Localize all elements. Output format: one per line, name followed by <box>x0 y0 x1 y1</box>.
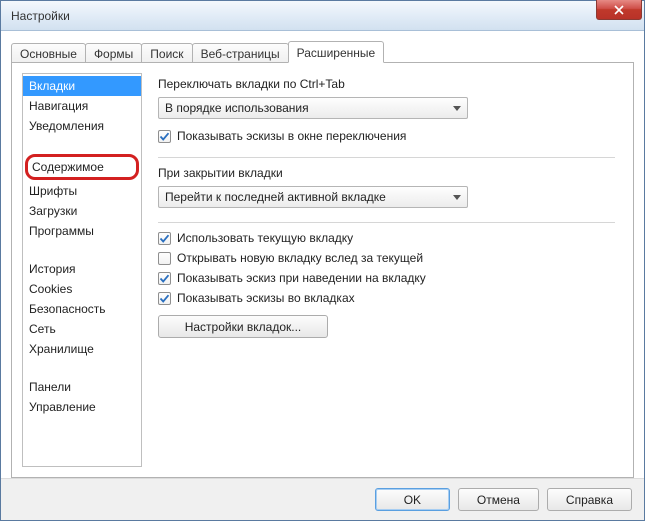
window-title: Настройки <box>11 9 70 23</box>
sidebar-item-downloads[interactable]: Загрузки <box>23 201 141 221</box>
tab-search[interactable]: Поиск <box>141 43 192 63</box>
show-thumbs-checkbox[interactable] <box>158 130 171 143</box>
use-current-checkbox[interactable] <box>158 232 171 245</box>
advanced-panel: Вкладки Навигация Уведомления Содержимое… <box>11 62 634 478</box>
hover-thumb-checkbox[interactable] <box>158 272 171 285</box>
switch-order-select[interactable]: В порядке использования <box>158 97 468 119</box>
sidebar-item-navigation[interactable]: Навигация <box>23 96 141 116</box>
close-action-select[interactable]: Перейти к последней активной вкладке <box>158 186 468 208</box>
chevron-down-icon <box>453 101 461 115</box>
tab-forms[interactable]: Формы <box>85 43 142 63</box>
open-after-label: Открывать новую вкладку вслед за текущей <box>177 251 423 265</box>
sidebar-item-content[interactable]: Содержимое <box>25 154 139 180</box>
content-area: Основные Формы Поиск Веб-страницы Расшир… <box>1 31 644 478</box>
show-thumbs-label: Показывать эскизы в окне переключения <box>177 129 406 143</box>
tabstrip: Основные Формы Поиск Веб-страницы Расшир… <box>11 41 634 63</box>
titlebar: Настройки <box>1 1 644 31</box>
divider <box>158 222 615 223</box>
sidebar-item-tabs[interactable]: Вкладки <box>23 76 141 96</box>
sidebar-item-fonts[interactable]: Шрифты <box>23 181 141 201</box>
tab-webpages[interactable]: Веб-страницы <box>192 43 289 63</box>
tab-thumbs-label: Показывать эскизы во вкладках <box>177 291 355 305</box>
close-tab-label: При закрытии вкладки <box>158 166 615 180</box>
sidebar: Вкладки Навигация Уведомления Содержимое… <box>22 73 142 467</box>
sidebar-item-management[interactable]: Управление <box>23 397 141 417</box>
sidebar-item-panels[interactable]: Панели <box>23 377 141 397</box>
help-button[interactable]: Справка <box>547 488 632 511</box>
select-value: В порядке использования <box>165 101 309 115</box>
tab-advanced[interactable]: Расширенные <box>288 41 385 63</box>
use-current-label: Использовать текущую вкладку <box>177 231 353 245</box>
sidebar-item-network[interactable]: Сеть <box>23 319 141 339</box>
sidebar-item-security[interactable]: Безопасность <box>23 299 141 319</box>
hover-thumb-label: Показывать эскиз при наведении на вкладк… <box>177 271 426 285</box>
sidebar-item-cookies[interactable]: Cookies <box>23 279 141 299</box>
tab-settings-button[interactable]: Настройки вкладок... <box>158 315 328 338</box>
select-value: Перейти к последней активной вкладке <box>165 190 386 204</box>
tab-thumbs-checkbox[interactable] <box>158 292 171 305</box>
open-after-checkbox[interactable] <box>158 252 171 265</box>
sidebar-item-programs[interactable]: Программы <box>23 221 141 241</box>
settings-window: Настройки Основные Формы Поиск Веб-стран… <box>0 0 645 521</box>
divider <box>158 157 615 158</box>
switch-tabs-label: Переключать вкладки по Ctrl+Tab <box>158 77 615 91</box>
tab-basics[interactable]: Основные <box>11 43 86 63</box>
close-button[interactable] <box>596 0 642 20</box>
chevron-down-icon <box>453 190 461 204</box>
ok-button[interactable]: OK <box>375 488 450 511</box>
cancel-button[interactable]: Отмена <box>458 488 539 511</box>
main-settings: Переключать вкладки по Ctrl+Tab В порядк… <box>142 73 623 467</box>
sidebar-item-history[interactable]: История <box>23 259 141 279</box>
sidebar-item-notifications[interactable]: Уведомления <box>23 116 141 136</box>
close-icon <box>614 5 624 15</box>
dialog-buttons: OK Отмена Справка <box>1 478 644 520</box>
sidebar-item-storage[interactable]: Хранилище <box>23 339 141 359</box>
